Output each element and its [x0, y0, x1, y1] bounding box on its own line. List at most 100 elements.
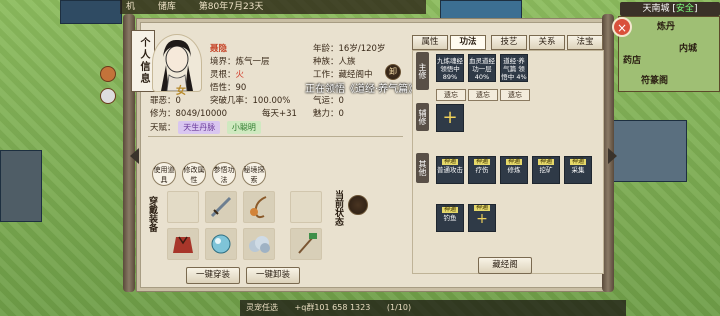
equip-slot-empty[interactable]	[290, 191, 322, 223]
use-item-button[interactable]: 使用道具	[152, 162, 176, 186]
hud-left-label: 机	[126, 2, 136, 12]
bottom-bar: 灵宠任选 +q群101 658 1323 (1/10)	[240, 300, 626, 316]
building-roof	[60, 0, 122, 24]
tab-attributes[interactable]: 属性	[412, 35, 448, 50]
race-label: 种族：	[313, 57, 339, 67]
root-value: 火	[235, 70, 245, 80]
close-button[interactable]: ×	[612, 17, 632, 37]
equip-label: 穿戴装备	[147, 196, 157, 232]
orb-icon	[211, 234, 231, 254]
root-label: 灵根：	[210, 70, 236, 80]
tab-treasures[interactable]: 法宝	[567, 35, 603, 50]
building-roof	[605, 120, 687, 182]
skill-badge: 神通	[442, 158, 458, 165]
evil-value: 0	[175, 96, 181, 106]
assist-skill-label: 辅修	[416, 103, 429, 131]
other-skill-card[interactable]: 神通 +	[468, 204, 496, 232]
study-skill-button[interactable]: 参悟功法	[212, 162, 236, 186]
equip-slot-hoe[interactable]	[290, 228, 322, 260]
city-status: 安全	[675, 4, 694, 14]
next-arrow-icon[interactable]	[608, 148, 617, 164]
equip-slot-orb[interactable]	[205, 228, 237, 260]
character-name: 聂隐	[210, 44, 228, 54]
skill-name: 钓鱼	[443, 214, 457, 222]
other-skill-card[interactable]: 神通 钓鱼	[436, 204, 464, 232]
cultivating-status: 正在领悟《道经·养气篇》	[305, 84, 419, 95]
charm-value: 0	[338, 109, 344, 119]
other-skill-card[interactable]: 神通 修炼	[500, 156, 528, 184]
city-badge[interactable]: 天南城 [安全]	[620, 2, 720, 16]
unequip-all-button[interactable]: 一键卸装	[246, 267, 300, 284]
explore-realm-button[interactable]: 秘境探索	[242, 162, 266, 186]
main-skill-label: 主修	[416, 52, 429, 90]
bottom-text: 灵宠任选	[246, 303, 278, 312]
breakthrough-value: 100.00%	[252, 96, 291, 106]
tab-relations[interactable]: 关系	[529, 35, 565, 50]
cultivation-value: 8049/10000	[175, 109, 228, 119]
equip-slot-hook[interactable]	[243, 191, 275, 223]
tab-arts[interactable]: 技艺	[491, 35, 527, 50]
minimap-label: 药店	[623, 56, 642, 66]
sword-icon	[210, 196, 232, 218]
charm-label: 魅力：	[313, 109, 339, 119]
hook-icon	[250, 196, 267, 219]
breakthrough-label: 突破几率：	[210, 96, 253, 106]
other-skill-card[interactable]: 神通 疗伤	[468, 156, 496, 184]
divider	[148, 136, 403, 137]
evil-label: 罪恶：	[150, 96, 176, 106]
cultivation-label: 修为：	[150, 109, 176, 119]
other-skill-card[interactable]: 神通 普通攻击	[436, 156, 464, 184]
building-roof	[440, 0, 522, 22]
equip-all-button[interactable]: 一键穿装	[186, 267, 240, 284]
top-hud: 机 储库 第80年7月23天	[120, 0, 426, 14]
other-skill-card[interactable]: 神通 采集	[564, 156, 592, 184]
add-assist-skill-button[interactable]: +	[436, 104, 464, 132]
realm-label: 境界：	[210, 57, 236, 67]
side-menu-icon[interactable]	[100, 88, 116, 104]
forget-button[interactable]: 遗忘	[500, 89, 530, 101]
skill-name: 采集	[571, 166, 585, 174]
location-label: 储库	[157, 2, 176, 12]
forget-button[interactable]: 遗忘	[436, 89, 466, 101]
tab-skills[interactable]: 功法	[450, 35, 486, 50]
rate-label: 每天+	[262, 109, 287, 119]
other-skill-card[interactable]: 神通 挖矿	[532, 156, 560, 184]
skill-badge: 神通	[570, 158, 586, 165]
minimap-label: 炼丹	[657, 22, 676, 32]
unload-work-button[interactable]: 卸	[385, 64, 401, 80]
forget-button[interactable]: 遗忘	[468, 89, 498, 101]
qiyun-label: 气运：	[313, 96, 339, 106]
minimap[interactable]: 炼丹 药店 符篆阁 内城	[618, 16, 720, 92]
main-skill-card[interactable]: 道经·养气篇 领悟中 4%	[500, 54, 528, 82]
armor-icon	[173, 236, 193, 253]
equip-slot-sword[interactable]	[205, 191, 237, 223]
equip-slot-armor[interactable]	[167, 228, 199, 260]
talent-tag[interactable]: 小聪明	[226, 121, 261, 134]
skill-name: 修炼	[507, 166, 521, 174]
prev-arrow-icon[interactable]	[130, 148, 139, 164]
main-skill-card[interactable]: 九炼魂经 领悟中 89%	[436, 54, 464, 82]
talent-tag[interactable]: 天生丹脉	[178, 121, 221, 134]
rate-value: 31	[286, 109, 297, 119]
skill-name: 疗伤	[475, 166, 489, 174]
aptitude-value: 90	[235, 83, 247, 93]
hoe-icon	[298, 233, 317, 254]
aptitude-label: 悟性：	[210, 83, 236, 93]
talent-label: 天赋：	[150, 123, 176, 133]
game-date: 第80年7月23天	[198, 2, 264, 12]
city-name: 天南城	[642, 4, 670, 14]
main-skill-card[interactable]: 血灵道经 功一层 40%	[468, 54, 496, 82]
age-value: 16岁/120岁	[338, 44, 386, 54]
modify-attr-button[interactable]: 修改属性	[182, 162, 206, 186]
building-roof	[0, 150, 42, 222]
age-label: 年龄：	[313, 44, 339, 54]
equip-slot-cloud[interactable]	[243, 228, 275, 260]
equip-slot-empty[interactable]	[167, 191, 199, 223]
scripture-hall-button[interactable]: 藏经阁	[478, 257, 532, 274]
skill-badge: 神通	[474, 158, 490, 165]
minimap-label: 内城	[679, 44, 698, 54]
bottom-counter: (1/10)	[386, 303, 412, 312]
skill-name: 普通攻击	[437, 166, 463, 174]
status-icon[interactable]	[348, 195, 368, 215]
side-orb-icon[interactable]	[100, 66, 116, 82]
